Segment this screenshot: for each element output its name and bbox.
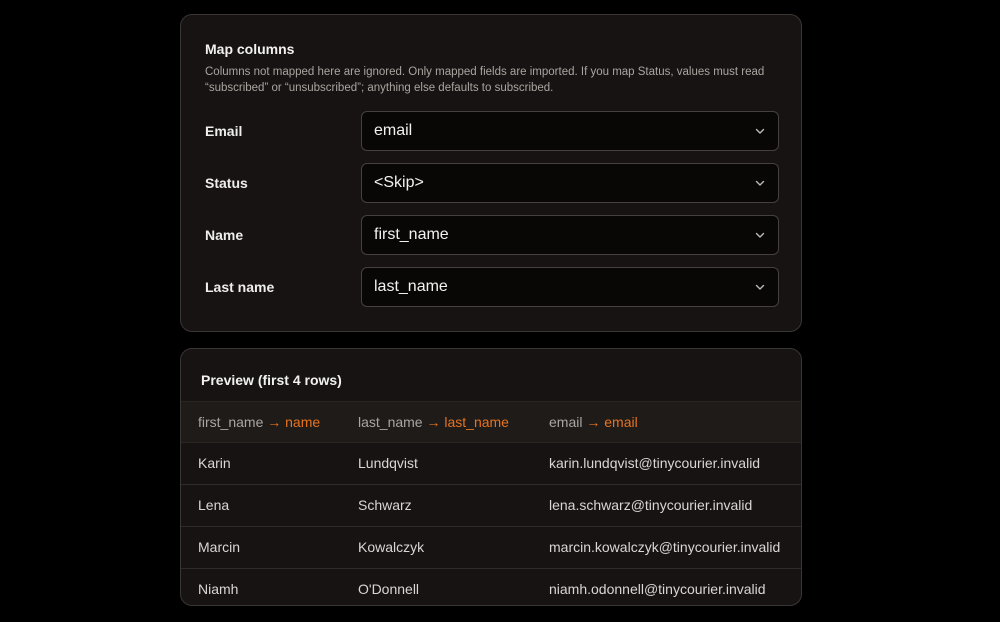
map-row-email: Email email xyxy=(205,111,779,151)
table-header-row: first_name → name last_name → last_name … xyxy=(181,401,801,443)
cell-last-name: Kowalczyk xyxy=(358,539,425,555)
arrow-icon: → xyxy=(426,414,441,430)
cell-last-name: O'Donnell xyxy=(358,581,420,597)
column-target: email xyxy=(604,414,638,430)
column-source: last_name xyxy=(358,414,423,430)
column-target: name xyxy=(285,414,321,430)
chevron-down-icon xyxy=(755,232,765,238)
cell-first-name: Marcin xyxy=(198,539,241,555)
map-row-name: Name first_name xyxy=(205,215,779,255)
column-target: last_name xyxy=(444,414,509,430)
preview-card: Preview (first 4 rows) first_name → name… xyxy=(180,348,802,606)
field-label-status: Status xyxy=(205,175,248,191)
column-source: email xyxy=(549,414,583,430)
chevron-down-icon xyxy=(755,284,765,290)
table-row: Karin Lundqvist karin.lundqvist@tinycour… xyxy=(181,443,801,485)
status-column-select[interactable]: <Skip> xyxy=(361,163,779,203)
cell-email: karin.lundqvist@tinycourier.invalid xyxy=(549,455,761,471)
last-name-column-select-value: last_name xyxy=(374,278,448,295)
email-column-select[interactable]: email xyxy=(361,111,779,151)
cell-first-name: Niamh xyxy=(198,581,239,597)
cell-first-name: Karin xyxy=(198,455,231,471)
column-header-email: email → email xyxy=(549,402,638,442)
email-column-select-value: email xyxy=(374,122,413,139)
map-columns-description: Columns not mapped here are ignored. Onl… xyxy=(205,66,765,94)
column-header-first-name: first_name → name xyxy=(198,402,320,442)
map-columns-card: Map columns Columns not mapped here are … xyxy=(180,14,802,332)
column-source: first_name xyxy=(198,414,264,430)
cell-email: marcin.kowalczyk@tinycourier.invalid xyxy=(549,539,781,555)
field-label-name: Name xyxy=(205,227,244,243)
field-label-email: Email xyxy=(205,123,243,139)
cell-email: niamh.odonnell@tinycourier.invalid xyxy=(549,581,766,597)
chevron-down-icon xyxy=(755,128,765,134)
table-row: Niamh O'Donnell niamh.odonnell@tinycouri… xyxy=(181,569,801,605)
map-columns-title: Map columns xyxy=(205,41,295,57)
preview-table: first_name → name last_name → last_name … xyxy=(181,401,801,605)
chevron-down-icon xyxy=(755,180,765,186)
cell-last-name: Lundqvist xyxy=(358,455,418,471)
arrow-icon: → xyxy=(586,414,601,430)
arrow-icon: → xyxy=(267,414,282,430)
preview-title: Preview (first 4 rows) xyxy=(201,372,342,388)
cell-last-name: Schwarz xyxy=(358,497,412,513)
cell-first-name: Lena xyxy=(198,497,230,513)
map-row-last-name: Last name last_name xyxy=(205,267,779,307)
table-row: Marcin Kowalczyk marcin.kowalczyk@tinyco… xyxy=(181,527,801,569)
column-header-last-name: last_name → last_name xyxy=(358,402,509,442)
cell-email: lena.schwarz@tinycourier.invalid xyxy=(549,497,753,513)
status-column-select-value: <Skip> xyxy=(374,174,424,191)
name-column-select-value: first_name xyxy=(374,226,449,243)
table-row: Lena Schwarz lena.schwarz@tinycourier.in… xyxy=(181,485,801,527)
last-name-column-select[interactable]: last_name xyxy=(361,267,779,307)
field-label-last-name: Last name xyxy=(205,279,275,295)
name-column-select[interactable]: first_name xyxy=(361,215,779,255)
map-row-status: Status <Skip> xyxy=(205,163,779,203)
